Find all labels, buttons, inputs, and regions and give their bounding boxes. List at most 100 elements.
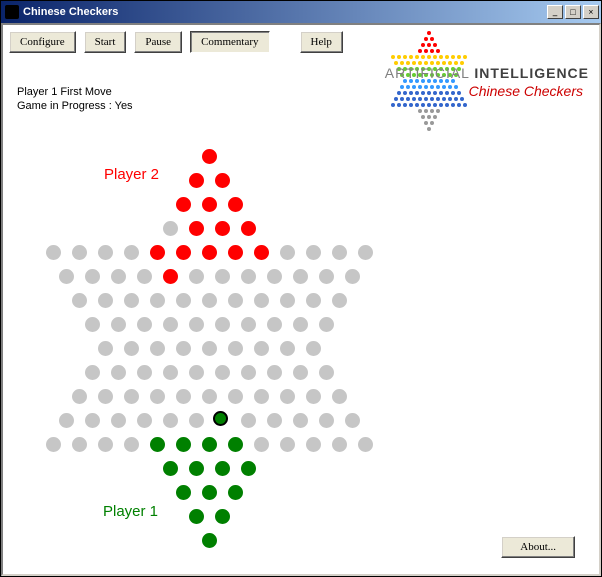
board-cell[interactable] (189, 413, 204, 428)
board-cell[interactable] (163, 365, 178, 380)
board-cell[interactable] (176, 197, 191, 212)
board-cell[interactable] (189, 509, 204, 524)
board-cell[interactable] (137, 269, 152, 284)
board-cell[interactable] (228, 437, 243, 452)
board-cell[interactable] (163, 413, 178, 428)
board-cell[interactable] (306, 293, 321, 308)
board-cell[interactable] (213, 411, 228, 426)
board-cell[interactable] (150, 389, 165, 404)
board-cell[interactable] (306, 341, 321, 356)
board-cell[interactable] (228, 245, 243, 260)
board-cell[interactable] (241, 413, 256, 428)
board-cell[interactable] (111, 269, 126, 284)
board-cell[interactable] (163, 269, 178, 284)
board-cell[interactable] (85, 413, 100, 428)
board-cell[interactable] (345, 269, 360, 284)
board-cell[interactable] (293, 365, 308, 380)
board-cell[interactable] (215, 269, 230, 284)
board-cell[interactable] (319, 269, 334, 284)
board-cell[interactable] (241, 317, 256, 332)
board-cell[interactable] (150, 437, 165, 452)
board-cell[interactable] (137, 317, 152, 332)
board-cell[interactable] (332, 389, 347, 404)
board-cell[interactable] (215, 509, 230, 524)
board-cell[interactable] (85, 365, 100, 380)
board-cell[interactable] (59, 269, 74, 284)
board-cell[interactable] (98, 389, 113, 404)
board-cell[interactable] (228, 197, 243, 212)
board-cell[interactable] (189, 365, 204, 380)
board-cell[interactable] (332, 437, 347, 452)
board-cell[interactable] (72, 293, 87, 308)
board-cell[interactable] (150, 245, 165, 260)
board-cell[interactable] (202, 437, 217, 452)
board-cell[interactable] (215, 365, 230, 380)
pause-button[interactable]: Pause (134, 31, 182, 53)
board-cell[interactable] (124, 245, 139, 260)
board-cell[interactable] (241, 365, 256, 380)
board-cell[interactable] (228, 485, 243, 500)
board-cell[interactable] (306, 245, 321, 260)
board-cell[interactable] (267, 413, 282, 428)
board-cell[interactable] (176, 245, 191, 260)
board-cell[interactable] (98, 293, 113, 308)
about-button[interactable]: About... (501, 536, 575, 558)
board-cell[interactable] (241, 269, 256, 284)
board-cell[interactable] (332, 245, 347, 260)
board-cell[interactable] (59, 413, 74, 428)
board-cell[interactable] (202, 485, 217, 500)
board-cell[interactable] (332, 293, 347, 308)
board-cell[interactable] (176, 389, 191, 404)
board-cell[interactable] (202, 341, 217, 356)
board-cell[interactable] (176, 341, 191, 356)
board-cell[interactable] (319, 365, 334, 380)
board-cell[interactable] (202, 149, 217, 164)
board-cell[interactable] (176, 293, 191, 308)
board-cell[interactable] (85, 317, 100, 332)
board-cell[interactable] (137, 365, 152, 380)
board-cell[interactable] (280, 437, 295, 452)
maximize-button[interactable]: □ (565, 5, 581, 19)
board-cell[interactable] (280, 341, 295, 356)
board-cell[interactable] (72, 245, 87, 260)
board-cell[interactable] (163, 317, 178, 332)
board-cell[interactable] (241, 221, 256, 236)
board-cell[interactable] (111, 317, 126, 332)
board-cell[interactable] (137, 413, 152, 428)
board-cell[interactable] (202, 293, 217, 308)
board-cell[interactable] (254, 437, 269, 452)
board-cell[interactable] (228, 341, 243, 356)
start-button[interactable]: Start (84, 31, 127, 53)
board-cell[interactable] (111, 365, 126, 380)
board-cell[interactable] (254, 341, 269, 356)
board-cell[interactable] (98, 341, 113, 356)
board-cell[interactable] (85, 269, 100, 284)
board-cell[interactable] (189, 269, 204, 284)
board-cell[interactable] (293, 317, 308, 332)
board-cell[interactable] (202, 245, 217, 260)
board-cell[interactable] (358, 437, 373, 452)
board-cell[interactable] (280, 389, 295, 404)
board-cell[interactable] (228, 293, 243, 308)
board-cell[interactable] (189, 317, 204, 332)
minimize-button[interactable]: _ (547, 5, 563, 19)
board-cell[interactable] (215, 221, 230, 236)
board-cell[interactable] (280, 293, 295, 308)
board-cell[interactable] (267, 317, 282, 332)
board-cell[interactable] (202, 533, 217, 548)
board-cell[interactable] (228, 389, 243, 404)
board-cell[interactable] (46, 245, 61, 260)
board-cell[interactable] (98, 245, 113, 260)
board-cell[interactable] (124, 341, 139, 356)
board-cell[interactable] (46, 437, 61, 452)
board-cell[interactable] (293, 413, 308, 428)
board-cell[interactable] (215, 173, 230, 188)
board-cell[interactable] (306, 389, 321, 404)
board-cell[interactable] (254, 245, 269, 260)
board-cell[interactable] (72, 437, 87, 452)
board-cell[interactable] (319, 413, 334, 428)
board-cell[interactable] (267, 365, 282, 380)
board-cell[interactable] (124, 389, 139, 404)
board-cell[interactable] (163, 461, 178, 476)
board-cell[interactable] (176, 485, 191, 500)
